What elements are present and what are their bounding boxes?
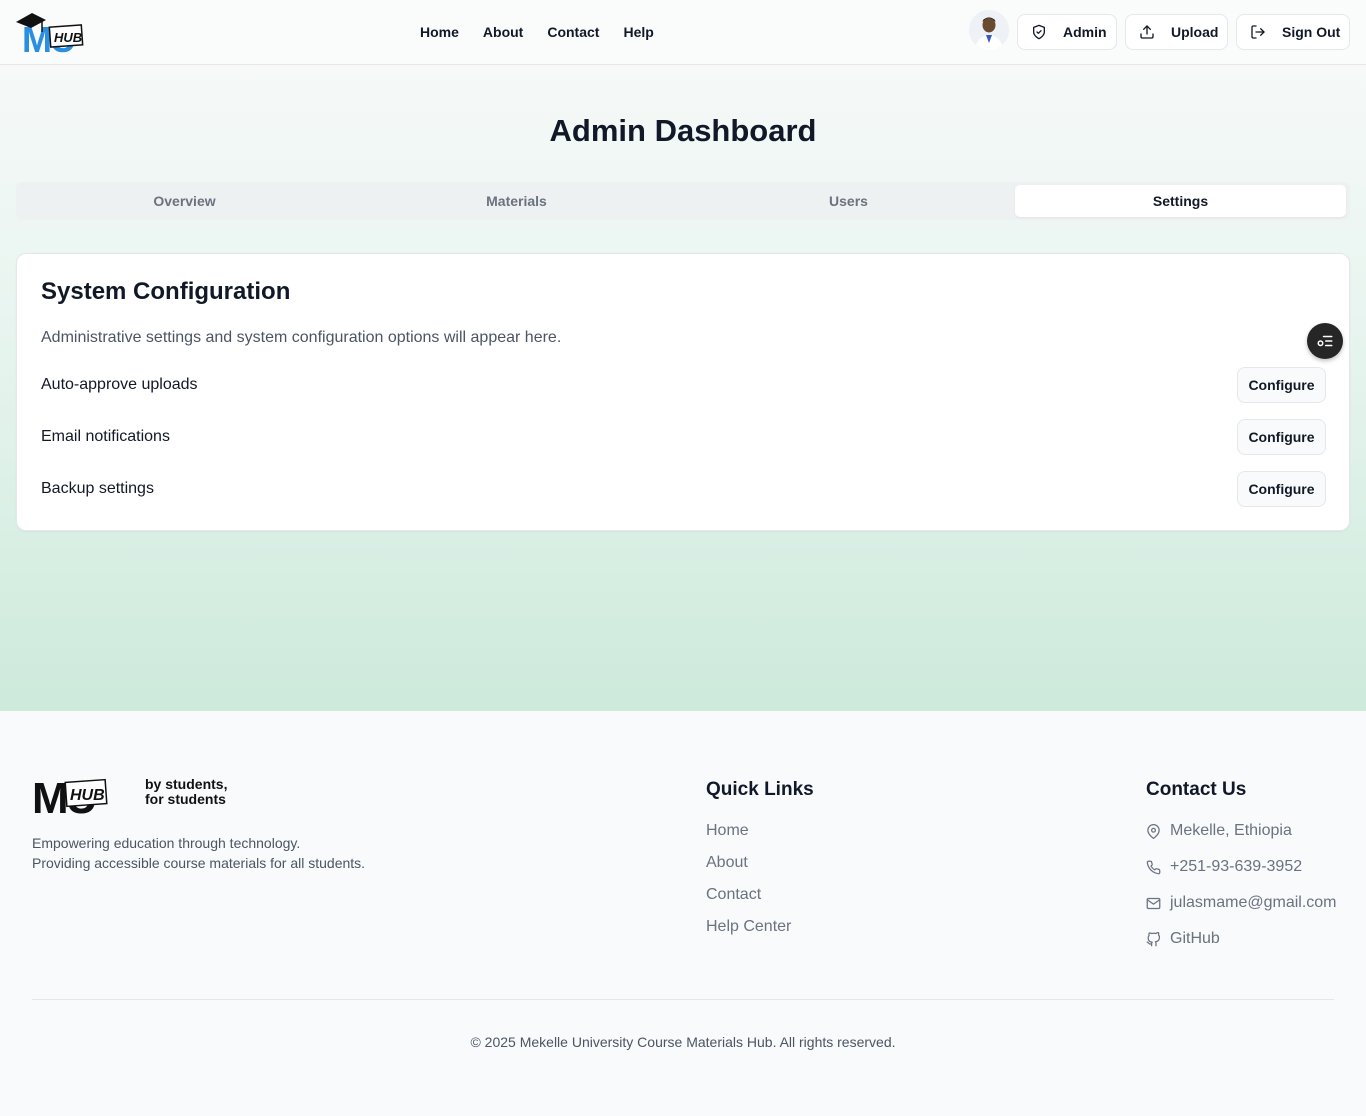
logo-hub-text: HUB bbox=[54, 30, 82, 45]
dashboard-tabs: Overview Materials Users Settings bbox=[16, 182, 1350, 220]
contact-email-text[interactable]: julasmame@gmail.com bbox=[1170, 894, 1337, 912]
configure-backup-button[interactable]: Configure bbox=[1237, 471, 1326, 507]
footer-description-line2: Providing accessible course materials fo… bbox=[32, 855, 366, 871]
tab-users[interactable]: Users bbox=[683, 185, 1014, 217]
map-pin-icon bbox=[1147, 823, 1160, 839]
nav-about[interactable]: About bbox=[471, 24, 535, 40]
log-out-icon bbox=[1251, 25, 1265, 39]
setting-label: Email notifications bbox=[41, 428, 170, 445]
footer-link-help-center[interactable]: Help Center bbox=[706, 918, 791, 936]
site-logo[interactable]: MU HUB bbox=[14, 10, 106, 60]
upload-button-label: Upload bbox=[1171, 24, 1219, 40]
contact-us-title: Contact Us bbox=[1146, 779, 1247, 800]
footer-description-line1: Empowering education through technology. bbox=[32, 835, 301, 851]
contact-location-text: Mekelle, Ethiopia bbox=[1170, 822, 1292, 839]
configure-email-notifications-button[interactable]: Configure bbox=[1237, 419, 1326, 455]
configure-auto-approve-button[interactable]: Configure bbox=[1237, 367, 1326, 403]
logo-graphic: MU HUB bbox=[16, 13, 84, 60]
contact-phone: +251-93-639-3952 bbox=[1146, 858, 1302, 876]
tab-overview[interactable]: Overview bbox=[19, 185, 350, 217]
contact-github-text[interactable]: GitHub bbox=[1170, 930, 1220, 948]
footer-link-contact[interactable]: Contact bbox=[706, 886, 761, 904]
site-footer: MU HUB by students, for students Empower… bbox=[0, 711, 1366, 1116]
top-header: MU HUB Home About Contact Help Admin Upl… bbox=[0, 0, 1366, 65]
footer-logo-hub-text: HUB bbox=[70, 787, 105, 804]
admin-button-label: Admin bbox=[1063, 24, 1107, 40]
contact-email: julasmame@gmail.com bbox=[1146, 894, 1337, 912]
main-content: Admin Dashboard Overview Materials Users… bbox=[0, 65, 1366, 711]
sign-out-button-label: Sign Out bbox=[1282, 24, 1341, 40]
footer-link-about[interactable]: About bbox=[706, 854, 748, 872]
nav-contact[interactable]: Contact bbox=[535, 24, 611, 40]
tab-materials[interactable]: Materials bbox=[351, 185, 682, 217]
mail-icon bbox=[1146, 897, 1161, 909]
main-nav: Home About Contact Help bbox=[408, 0, 666, 64]
quick-links-title: Quick Links bbox=[706, 779, 814, 800]
github-icon bbox=[1146, 931, 1161, 946]
setting-label: Auto-approve uploads bbox=[41, 376, 198, 393]
sign-out-button[interactable]: Sign Out bbox=[1236, 14, 1350, 50]
card-description: Administrative settings and system confi… bbox=[41, 329, 562, 346]
contact-phone-text[interactable]: +251-93-639-3952 bbox=[1170, 858, 1302, 876]
shield-icon bbox=[1033, 24, 1045, 40]
footer-logo: MU HUB by students, for students bbox=[32, 773, 242, 823]
footer-tagline-line1: by students, bbox=[145, 776, 227, 792]
card-title: System Configuration bbox=[41, 278, 291, 305]
tab-settings[interactable]: Settings bbox=[1015, 185, 1346, 217]
system-configuration-card: System Configuration Administrative sett… bbox=[16, 253, 1350, 531]
setting-row-auto-approve: Auto-approve uploads Configure bbox=[41, 367, 1326, 403]
floating-settings-button[interactable] bbox=[1307, 323, 1343, 359]
page-title: Admin Dashboard bbox=[549, 113, 817, 148]
setting-row-backup: Backup settings Configure bbox=[41, 471, 1326, 507]
footer-divider bbox=[32, 999, 1334, 1000]
setting-row-email-notifications: Email notifications Configure bbox=[41, 419, 1326, 455]
setting-label: Backup settings bbox=[41, 480, 154, 497]
footer-tagline-line2: for students bbox=[145, 791, 226, 807]
nav-home[interactable]: Home bbox=[408, 24, 471, 40]
settings-list-icon bbox=[1317, 335, 1333, 347]
avatar-image bbox=[969, 10, 1009, 50]
upload-icon bbox=[1140, 25, 1154, 39]
footer-link-home[interactable]: Home bbox=[706, 822, 749, 840]
contact-github: GitHub bbox=[1146, 930, 1220, 948]
upload-button[interactable]: Upload bbox=[1125, 14, 1228, 50]
footer-logo-graphic: MU HUB by students, for students bbox=[32, 774, 227, 823]
nav-help[interactable]: Help bbox=[611, 24, 665, 40]
copyright-text: © 2025 Mekelle University Course Materia… bbox=[470, 1034, 896, 1050]
footer-description: Empowering education through technology.… bbox=[32, 833, 365, 873]
contact-location: Mekelle, Ethiopia bbox=[1146, 822, 1292, 840]
user-avatar[interactable] bbox=[969, 10, 1009, 50]
phone-icon bbox=[1146, 860, 1161, 874]
admin-button[interactable]: Admin bbox=[1017, 14, 1117, 50]
